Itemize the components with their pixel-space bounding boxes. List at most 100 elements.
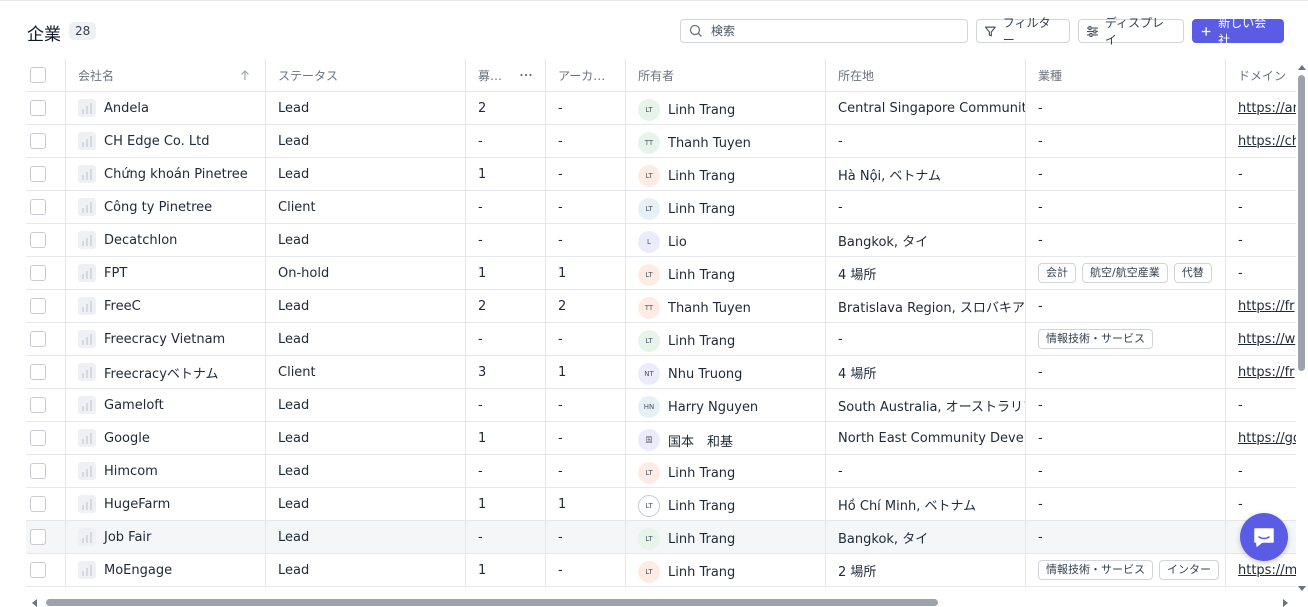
domain-cell[interactable]: - bbox=[1226, 158, 1296, 190]
row-checkbox[interactable] bbox=[30, 232, 46, 248]
company-name-cell[interactable]: Chứng khoán Pinetree bbox=[66, 158, 266, 190]
recruit-count-cell[interactable]: - bbox=[466, 389, 546, 421]
owner-cell[interactable]: TT Thanh Tuyen bbox=[626, 290, 826, 322]
archive-count-cell[interactable]: - bbox=[546, 323, 626, 355]
new-company-button[interactable]: 新しい会社 bbox=[1192, 16, 1284, 47]
location-cell[interactable]: - bbox=[826, 323, 1026, 355]
status-cell[interactable]: Lead bbox=[266, 290, 466, 322]
column-header-name[interactable]: 会社名 bbox=[66, 59, 266, 91]
domain-cell[interactable]: - bbox=[1226, 455, 1296, 487]
location-cell[interactable]: Hà Nội, ベトナム bbox=[826, 158, 1026, 190]
industry-cell[interactable]: - bbox=[1026, 488, 1226, 520]
owner-cell[interactable]: LT Linh Trang bbox=[626, 554, 826, 586]
domain-cell[interactable]: - bbox=[1226, 224, 1296, 256]
industry-cell[interactable]: - bbox=[1026, 158, 1226, 190]
table-row[interactable]: FreeC Lead 2 2 TT Thanh Tuyen Bratislava Regio… bbox=[26, 290, 1296, 323]
status-cell[interactable]: Lead bbox=[266, 158, 466, 190]
location-cell[interactable]: Bangkok, タイ bbox=[826, 521, 1026, 553]
company-name-cell[interactable]: HugeFarm bbox=[66, 488, 266, 520]
location-cell[interactable]: Central Singapore Community bbox=[826, 92, 1026, 124]
domain-link[interactable]: https://an bbox=[1238, 101, 1296, 116]
domain-link[interactable]: https://fr bbox=[1238, 299, 1295, 314]
row-checkbox[interactable] bbox=[30, 529, 46, 545]
archive-count-cell[interactable]: 1 bbox=[546, 488, 626, 520]
archive-count-cell[interactable]: 1 bbox=[546, 356, 626, 388]
status-cell[interactable]: Lead bbox=[266, 554, 466, 586]
column-header-industry[interactable]: 業種 bbox=[1026, 59, 1226, 91]
filter-button[interactable]: フィルター bbox=[976, 16, 1070, 47]
table-row[interactable]: Chứng khoán Pinetree Lead 1 - LT Linh Trang Hà… bbox=[26, 158, 1296, 191]
status-cell[interactable]: Lead bbox=[266, 92, 466, 124]
company-name-cell[interactable]: MoEngage bbox=[66, 554, 266, 586]
scroll-right-arrow-icon[interactable] bbox=[1283, 599, 1288, 607]
table-row[interactable]: CH Edge Co. Ltd Lead - - TT Thanh Tuyen - - http… bbox=[26, 125, 1296, 158]
domain-link[interactable]: https://go bbox=[1238, 431, 1296, 446]
company-name-cell[interactable]: Himcom bbox=[66, 455, 266, 487]
company-name-cell[interactable]: Andela bbox=[66, 92, 266, 124]
archive-count-cell[interactable]: 1 bbox=[546, 257, 626, 289]
owner-cell[interactable]: L Lio bbox=[626, 224, 826, 256]
archive-count-cell[interactable]: - bbox=[546, 554, 626, 586]
table-row[interactable]: Công ty Pinetree Client - - LT Linh Trang - - - bbox=[26, 191, 1296, 224]
company-name-cell[interactable]: FreeC bbox=[66, 290, 266, 322]
horizontal-scrollbar[interactable] bbox=[26, 597, 1290, 607]
status-cell[interactable]: Lead bbox=[266, 125, 466, 157]
search-box[interactable] bbox=[680, 19, 968, 43]
table-row[interactable]: Freecracyベトナム Client 3 1 NT Nhu Truong 4 場所 - ht… bbox=[26, 356, 1296, 389]
industry-cell[interactable]: - bbox=[1026, 92, 1226, 124]
status-cell[interactable]: Lead bbox=[266, 224, 466, 256]
vertical-scrollbar[interactable] bbox=[1296, 63, 1307, 593]
column-header-recruit[interactable]: 募… bbox=[466, 59, 546, 91]
owner-cell[interactable]: LT Linh Trang bbox=[626, 323, 826, 355]
row-checkbox[interactable] bbox=[30, 298, 46, 314]
recruit-count-cell[interactable]: 1 bbox=[466, 488, 546, 520]
domain-cell[interactable]: https://an bbox=[1226, 92, 1296, 124]
industry-cell[interactable]: 会計 航空/航空産業 代替 bbox=[1026, 257, 1226, 289]
owner-cell[interactable]: LT Linh Trang bbox=[626, 488, 826, 520]
row-checkbox[interactable] bbox=[30, 199, 46, 215]
table-row[interactable]: Andela Lead 2 - LT Linh Trang Central Singapor… bbox=[26, 92, 1296, 125]
location-cell[interactable]: North East Community Develop bbox=[826, 422, 1026, 454]
row-checkbox[interactable] bbox=[30, 463, 46, 479]
table-row[interactable]: HugeFarm Lead 1 1 LT Linh Trang Hồ Chí Minh, ベ… bbox=[26, 488, 1296, 521]
owner-cell[interactable]: LT Linh Trang bbox=[626, 257, 826, 289]
archive-count-cell[interactable]: - bbox=[546, 521, 626, 553]
archive-count-cell[interactable]: - bbox=[546, 158, 626, 190]
archive-count-cell[interactable]: - bbox=[546, 224, 626, 256]
owner-cell[interactable]: LT Linh Trang bbox=[626, 455, 826, 487]
table-row[interactable]: Google Lead 1 - 国国本 和基 North East Community D… bbox=[26, 422, 1296, 455]
scroll-up-arrow-icon[interactable] bbox=[1298, 65, 1306, 70]
sort-ascending-icon[interactable] bbox=[239, 69, 251, 81]
industry-cell[interactable]: - bbox=[1026, 455, 1226, 487]
table-row[interactable]: Gameloft Lead - - HN Harry Nguyen South Austra… bbox=[26, 389, 1296, 422]
row-checkbox[interactable] bbox=[30, 166, 46, 182]
owner-cell[interactable]: LT Linh Trang bbox=[626, 158, 826, 190]
row-checkbox[interactable] bbox=[30, 364, 46, 380]
domain-cell[interactable]: - bbox=[1226, 257, 1296, 289]
status-cell[interactable]: Lead bbox=[266, 323, 466, 355]
scroll-left-arrow-icon[interactable] bbox=[32, 599, 37, 607]
recruit-count-cell[interactable]: - bbox=[466, 125, 546, 157]
status-cell[interactable]: Lead bbox=[266, 389, 466, 421]
industry-cell[interactable]: - bbox=[1026, 125, 1226, 157]
owner-cell[interactable]: HN Harry Nguyen bbox=[626, 389, 826, 421]
table-row[interactable]: FPT On-hold 1 1 LT Linh Trang 4 場所 会計 航空/航空産業 代替 - bbox=[26, 257, 1296, 290]
column-header-location[interactable]: 所在地 bbox=[826, 59, 1026, 91]
status-cell[interactable]: Client bbox=[266, 191, 466, 223]
column-header-domain[interactable]: ドメイン bbox=[1226, 59, 1296, 91]
location-cell[interactable]: Bratislava Region, スロバキア bbox=[826, 290, 1026, 322]
archive-count-cell[interactable]: - bbox=[546, 191, 626, 223]
company-name-cell[interactable]: Freecracy Vietnam bbox=[66, 323, 266, 355]
scroll-down-arrow-icon[interactable] bbox=[1298, 586, 1306, 591]
owner-cell[interactable]: LT Linh Trang bbox=[626, 521, 826, 553]
archive-count-cell[interactable]: - bbox=[546, 422, 626, 454]
archive-count-cell[interactable]: - bbox=[546, 389, 626, 421]
domain-cell[interactable]: https://go bbox=[1226, 422, 1296, 454]
recruit-count-cell[interactable]: 3 bbox=[466, 356, 546, 388]
archive-count-cell[interactable]: 2 bbox=[546, 290, 626, 322]
industry-cell[interactable]: 情報技術・サービス bbox=[1026, 323, 1226, 355]
recruit-count-cell[interactable]: 1 bbox=[466, 422, 546, 454]
location-cell[interactable]: 4 場所 bbox=[826, 257, 1026, 289]
row-checkbox[interactable] bbox=[30, 100, 46, 116]
domain-cell[interactable]: https://fr bbox=[1226, 356, 1296, 388]
